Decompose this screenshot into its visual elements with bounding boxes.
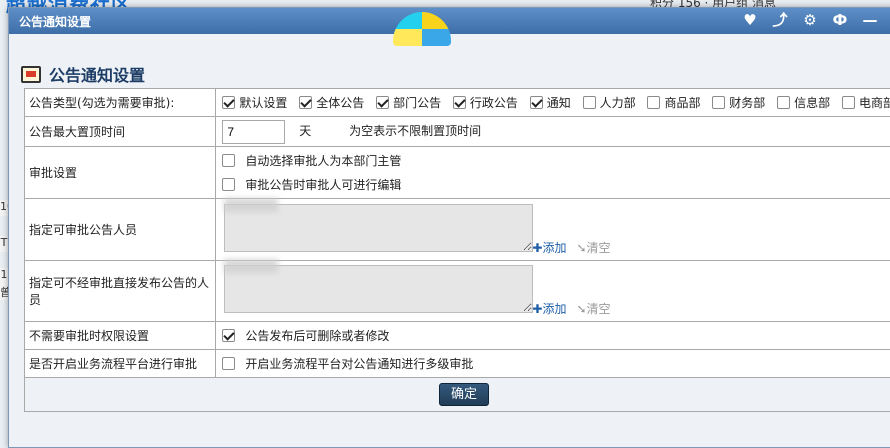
- workflow-checkbox[interactable]: 开启业务流程平台对公告通知进行多级审批: [222, 352, 890, 376]
- row-direct-publishers: 指定可不经审批直接发布公告的人员 ✚添加 ➘清空: [23, 259, 890, 322]
- checkbox-checked: [376, 96, 390, 109]
- settings-icon[interactable]: ⚙: [801, 11, 819, 29]
- clear-approver-link[interactable]: ➘清空: [576, 239, 610, 256]
- settings-form: 公告类型(勾选为需要审批): 默认设置 全体公告 部门公告 行政公告 通知 人力…: [23, 88, 890, 412]
- row-actions: 确定: [24, 377, 890, 412]
- max-top-days-input[interactable]: [222, 119, 286, 144]
- type-checkbox-notice[interactable]: 通知: [529, 94, 571, 111]
- checkbox-unchecked: [222, 177, 236, 191]
- row-workflow: 是否开启业务流程平台进行审批 开启业务流程平台对公告通知进行多级审批: [23, 349, 890, 378]
- type-checkbox-goods[interactable]: 商品部: [647, 94, 700, 111]
- type-checkbox-admin[interactable]: 行政公告: [452, 94, 518, 111]
- row-label: 不需要审批时权限设置: [23, 321, 217, 350]
- lightning-icon[interactable]: ⤴: [771, 11, 789, 29]
- checkbox-checked: [299, 96, 313, 109]
- heart-icon[interactable]: ♥: [741, 11, 759, 29]
- checkbox-unchecked: [777, 96, 791, 109]
- row-label: 指定可不经审批直接发布公告的人员: [23, 260, 217, 322]
- confirm-button[interactable]: 确定: [439, 383, 489, 406]
- row-no-approval-permission: 不需要审批时权限设置 公告发布后可删除或者修改: [23, 321, 890, 350]
- checkbox-checked: [222, 96, 236, 109]
- direct-publishers-picker: ✚添加 ➘清空: [222, 259, 890, 321]
- notice-board-icon: [21, 65, 41, 83]
- row-notice-types: 公告类型(勾选为需要审批): 默认设置 全体公告 部门公告 行政公告 通知 人力…: [23, 88, 890, 117]
- redacted-name: [224, 259, 279, 273]
- add-approver-link[interactable]: ✚添加: [532, 239, 566, 256]
- checkbox-unchecked: [582, 96, 596, 109]
- row-label: 指定可审批公告人员: [23, 198, 217, 261]
- checkbox-checked: [529, 96, 543, 109]
- type-checkbox-it[interactable]: 信息部: [777, 94, 830, 111]
- type-checkbox-hr[interactable]: 人力部: [582, 94, 636, 111]
- decorative-ball-icon: [393, 12, 451, 46]
- checkbox-unchecked: [841, 96, 855, 109]
- dialog-title: 公告通知设置: [19, 15, 92, 29]
- row-max-top-time: 公告最大置顶时间 天 为空表示不限制置顶时间: [23, 116, 890, 147]
- side-mark: 10: [0, 200, 14, 216]
- approver-edit-checkbox[interactable]: 审批公告时审批人可进行编辑: [222, 173, 890, 197]
- checkbox-unchecked: [712, 96, 726, 109]
- checkbox-checked: [452, 96, 466, 109]
- checkbox-unchecked: [647, 96, 661, 109]
- side-mark: 曾: [0, 284, 11, 300]
- type-checkbox-default[interactable]: 默认设置: [222, 94, 287, 111]
- minimize-icon[interactable]: —: [861, 11, 879, 29]
- checkbox-unchecked: [222, 356, 236, 370]
- notice-type-list: 默认设置 全体公告 部门公告 行政公告 通知 人力部 商品部 财务部 信息部 电…: [215, 88, 890, 117]
- row-approvers: 指定可审批公告人员 ✚添加 ➘清空: [23, 197, 890, 261]
- max-top-hint: 为空表示不限制置顶时间: [349, 124, 482, 138]
- approvers-picker: ✚添加 ➘清空: [222, 197, 890, 260]
- row-label: 是否开启业务流程平台进行审批: [23, 349, 217, 378]
- notice-settings-dialog: 公告通知设置 ♥ ⤴ ⚙ Ф — 公告通知设置 公告类型(勾选为需要审批): 默…: [8, 7, 890, 448]
- page-title: 公告通知设置: [49, 66, 146, 85]
- type-checkbox-all-staff[interactable]: 全体公告: [299, 94, 364, 111]
- side-mark: T: [0, 236, 8, 252]
- row-label: 审批设置: [23, 146, 217, 199]
- add-publisher-link[interactable]: ✚添加: [532, 300, 566, 317]
- row-label: 公告最大置顶时间: [23, 116, 217, 147]
- auto-approver-checkbox[interactable]: 自动选择审批人为本部门主管: [222, 149, 890, 173]
- days-unit: 天: [299, 124, 312, 138]
- row-label: 公告类型(勾选为需要审批):: [23, 88, 217, 117]
- row-approval-settings: 审批设置 自动选择审批人为本部门主管 审批公告时审批人可进行编辑: [23, 146, 890, 199]
- titlebar-icons: ♥ ⤴ ⚙ Ф —: [741, 11, 879, 29]
- type-checkbox-ecommerce[interactable]: 电商部: [841, 94, 890, 111]
- book-icon[interactable]: Ф: [831, 11, 849, 29]
- checkbox-unchecked: [222, 153, 236, 167]
- delete-modify-checkbox[interactable]: 公告发布后可删除或者修改: [222, 324, 890, 348]
- clear-publisher-link[interactable]: ➘清空: [576, 300, 610, 317]
- checkbox-checked: [222, 328, 236, 342]
- section-heading: 公告通知设置: [21, 62, 145, 86]
- side-mark: 1: [0, 268, 8, 284]
- redacted-name: [224, 197, 279, 212]
- dialog-titlebar[interactable]: 公告通知设置 ♥ ⤴ ⚙ Ф —: [9, 8, 890, 46]
- type-checkbox-finance[interactable]: 财务部: [712, 94, 765, 111]
- type-checkbox-department[interactable]: 部门公告: [376, 94, 441, 111]
